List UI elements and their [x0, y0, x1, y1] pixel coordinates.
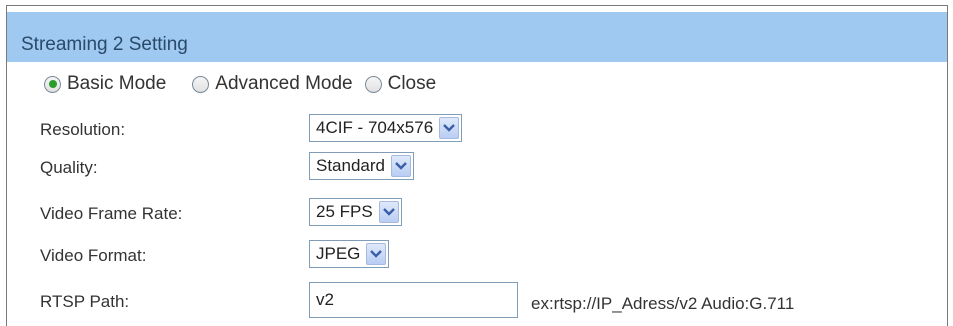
- frame-rate-label: Video Frame Rate:: [40, 204, 183, 223]
- rtsp-label: RTSP Path:: [40, 292, 130, 311]
- format-label: Video Format:: [40, 246, 147, 265]
- radio-advanced-mode[interactable]: Advanced Mode: [192, 73, 353, 95]
- rtsp-hint: ex:rtsp://IP_Adress/v2 Audio:G.711: [531, 294, 795, 313]
- frame-rate-select[interactable]: 25 FPS: [309, 198, 402, 226]
- streaming-settings-panel: Streaming 2 Setting: [6, 5, 948, 326]
- section-header: Streaming 2 Setting: [7, 12, 947, 62]
- radio-label: Basic Mode: [67, 73, 167, 94]
- format-select[interactable]: JPEG: [309, 240, 390, 268]
- quality-select[interactable]: Standard: [309, 152, 414, 180]
- radio-close[interactable]: Close: [364, 73, 437, 95]
- radio-label: Close: [387, 73, 437, 94]
- radio-selected-dot: [48, 80, 57, 88]
- radio-button[interactable]: [44, 75, 61, 93]
- rtsp-path-input[interactable]: [309, 282, 518, 318]
- radio-button[interactable]: [364, 75, 382, 93]
- section-title: Streaming 2 Setting: [21, 34, 188, 55]
- resolution-select[interactable]: 4CIF - 704x576: [309, 114, 463, 142]
- format-value: JPEG: [316, 244, 361, 263]
- chevron-down-icon[interactable]: [391, 155, 411, 177]
- radio-button[interactable]: [192, 75, 210, 93]
- quality-value: Standard: [316, 156, 385, 175]
- chevron-down-icon[interactable]: [378, 201, 399, 223]
- chevron-down-icon[interactable]: [366, 243, 387, 265]
- frame-rate-value: 25 FPS: [316, 202, 373, 221]
- quality-label: Quality:: [40, 158, 98, 177]
- mode-radio-group: Basic Mode Advanced Mode Close: [44, 70, 436, 98]
- resolution-label: Resolution:: [40, 120, 126, 139]
- radio-label: Advanced Mode: [215, 73, 353, 94]
- radio-basic-mode[interactable]: Basic Mode: [44, 73, 166, 95]
- resolution-value: 4CIF - 704x576: [316, 118, 434, 137]
- chevron-down-icon[interactable]: [439, 117, 460, 139]
